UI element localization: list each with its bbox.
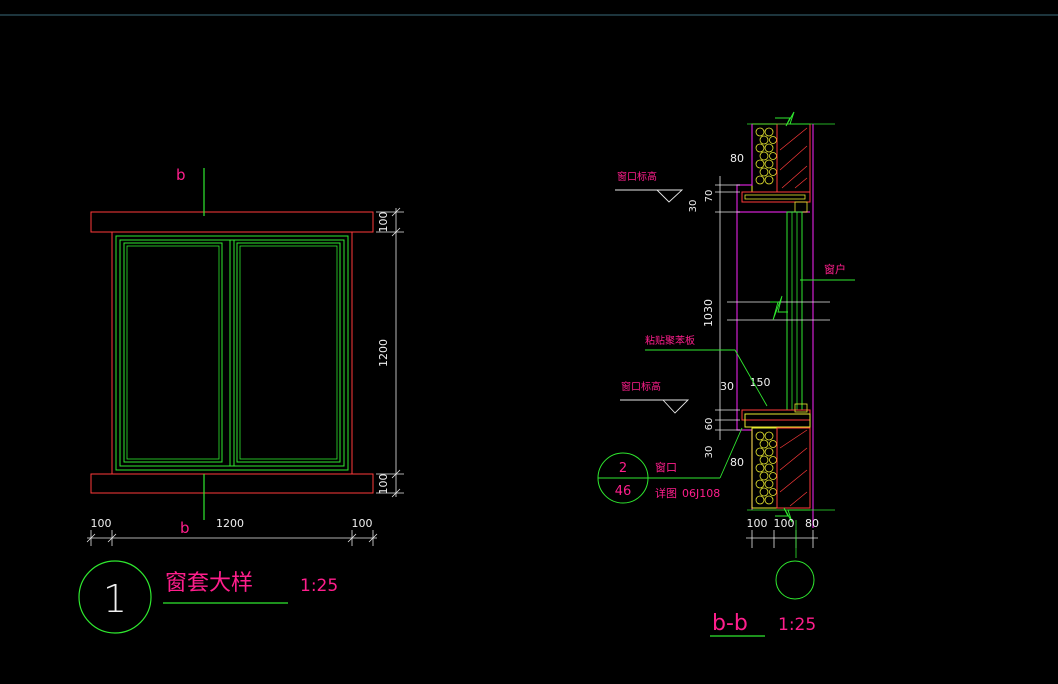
section-mark-top: b	[176, 166, 186, 184]
dim-right-label: 100	[352, 517, 373, 530]
window-sash-left-glass	[126, 245, 220, 460]
horizontal-dimension	[86, 530, 378, 546]
window-frame-inner	[119, 239, 345, 467]
dim-top-label: 100	[377, 212, 390, 233]
opening-label: 窗口	[655, 460, 677, 474]
window-frame	[115, 235, 349, 471]
window-sash-right	[236, 242, 341, 463]
head-board	[744, 194, 806, 200]
window-frame-section	[786, 211, 803, 411]
sill-flashing	[741, 409, 811, 421]
dim-60-label: 60	[704, 418, 715, 431]
window-sash-right-glass	[239, 245, 338, 460]
detail-number: 1	[103, 577, 127, 621]
insulation-top	[751, 123, 778, 193]
section-horizontal-dimension	[746, 530, 818, 548]
window-sash-left	[123, 242, 223, 463]
dim-150-label: 150	[750, 376, 771, 389]
window-label: 窗户	[824, 262, 846, 276]
section-mark-bottom: b	[180, 519, 190, 537]
window-surround	[111, 231, 353, 475]
dim-30-top-label: 30	[688, 200, 699, 213]
level-marker-top	[615, 189, 684, 203]
level-marker-bottom	[620, 399, 690, 414]
dim-1030-label: 1030	[702, 299, 715, 327]
dim-height-label: 1200	[377, 339, 390, 367]
section-vertical-dimension	[715, 176, 740, 440]
section-scale: 1:25	[778, 615, 816, 635]
cad-drawing: b b 100 1200 100 100 1200 100 1 窗套大样 1:2…	[0, 14, 1058, 637]
dim-80-bot-label: 80	[730, 456, 744, 469]
dim-30-bot-label: 30	[704, 446, 715, 459]
window-head-band	[90, 211, 374, 233]
section-title: b-b	[712, 611, 748, 636]
atlas-label: 06J108	[682, 487, 720, 500]
head-flashing	[741, 191, 811, 203]
mid-break-mark	[770, 295, 788, 321]
dim-width-label: 1200	[216, 517, 244, 530]
concrete-top-hatch	[779, 127, 808, 189]
insulation-bottom-pattern	[755, 431, 777, 505]
head-stop	[794, 201, 808, 213]
window-elevation: b b 100 1200 100 100 1200 100 1 窗套大样 1:2…	[78, 166, 404, 634]
dim-b1-label: 100	[747, 517, 768, 530]
axis-circle	[775, 560, 815, 600]
dim-70-label: 70	[704, 190, 715, 203]
insulation-top-pattern	[755, 127, 777, 185]
dim-80-top-label: 80	[730, 152, 744, 165]
detail-ref-bottom: 46	[615, 484, 632, 499]
dim-bottom-label: 100	[377, 474, 390, 495]
concrete-bottom-hatch	[779, 429, 808, 507]
detail-label: 详图	[655, 486, 677, 500]
elevation-title: 窗套大样	[165, 571, 253, 596]
dim-b3-label: 80	[805, 517, 819, 530]
board-label: 粘贴聚苯板	[645, 334, 695, 347]
detail-ref-top: 2	[619, 461, 627, 476]
elevation-scale: 1:25	[300, 576, 338, 596]
dim-left-label: 100	[91, 517, 112, 530]
dim-b2-label: 100	[774, 517, 795, 530]
sill-level-bottom-label: 窗口标高	[621, 380, 661, 393]
window-section: 80 70 30 1030 30 150 60 30 80 100 100 80…	[597, 111, 855, 637]
detail-ref-leader-angle	[719, 427, 743, 479]
sill-level-top-label: 窗口标高	[617, 170, 657, 183]
dim-30-mid-label: 30	[720, 380, 734, 393]
window-sill-band	[90, 473, 374, 494]
